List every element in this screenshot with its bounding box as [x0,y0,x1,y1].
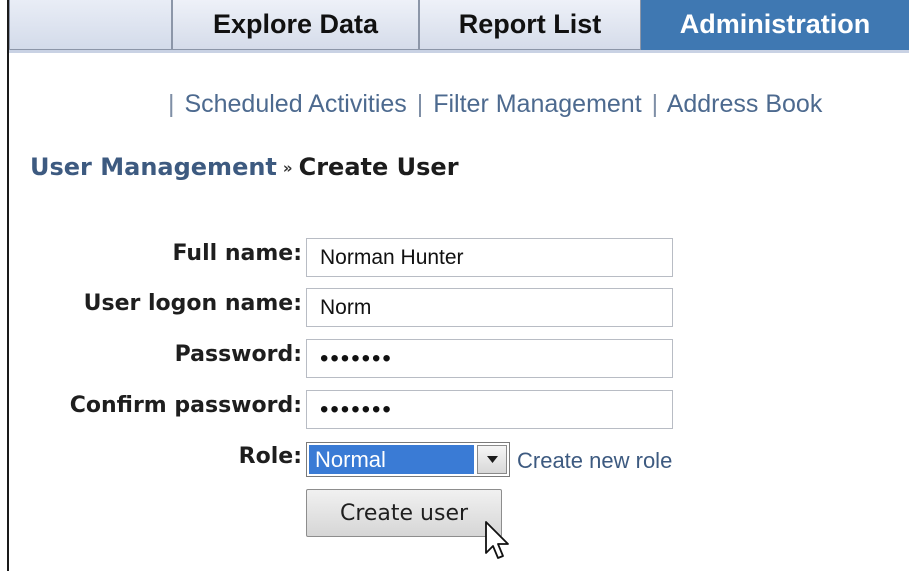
breadcrumb-separator: » [282,159,293,177]
page-title: Create User [298,153,459,181]
subnav-separator: | [168,90,175,118]
subnav-separator: | [651,90,659,118]
tab-bar-underline [9,50,909,53]
tab-bar-spacer [9,0,172,50]
create-user-button[interactable]: Create user [306,489,502,537]
logon-name-input[interactable] [306,288,673,327]
main-tab-bar: Explore Data Report List Administration [9,0,909,54]
create-new-role-link[interactable]: Create new role [517,448,672,474]
tab-explore-data[interactable]: Explore Data [172,0,419,50]
chevron-down-icon [487,456,498,463]
mouse-pointer-icon [485,521,509,559]
confirm-password-label: Confirm password: [69,393,302,418]
subnav-filter-management[interactable]: Filter Management [433,90,641,118]
subnav-address-book[interactable]: Address Book [667,90,823,118]
subnav-scheduled-activities[interactable]: Scheduled Activities [184,90,406,118]
role-selected-value: Normal [309,445,474,474]
breadcrumb: User Management » Create User [30,153,459,181]
password-input[interactable] [306,339,673,378]
role-label: Role: [238,444,302,469]
full-name-label: Full name: [172,241,303,266]
confirm-password-input[interactable] [306,390,673,429]
frame-border [7,0,9,571]
logon-name-label: User logon name: [83,291,302,316]
admin-sub-navigation: | Scheduled Activities | Filter Manageme… [165,90,822,119]
role-select[interactable]: Normal [306,442,510,477]
full-name-input[interactable] [306,238,673,277]
tab-administration[interactable]: Administration [641,0,909,50]
tab-report-list[interactable]: Report List [419,0,641,50]
subnav-separator: | [416,90,424,118]
breadcrumb-user-management[interactable]: User Management [30,153,277,181]
role-dropdown-button[interactable] [477,445,507,474]
password-label: Password: [174,342,302,367]
